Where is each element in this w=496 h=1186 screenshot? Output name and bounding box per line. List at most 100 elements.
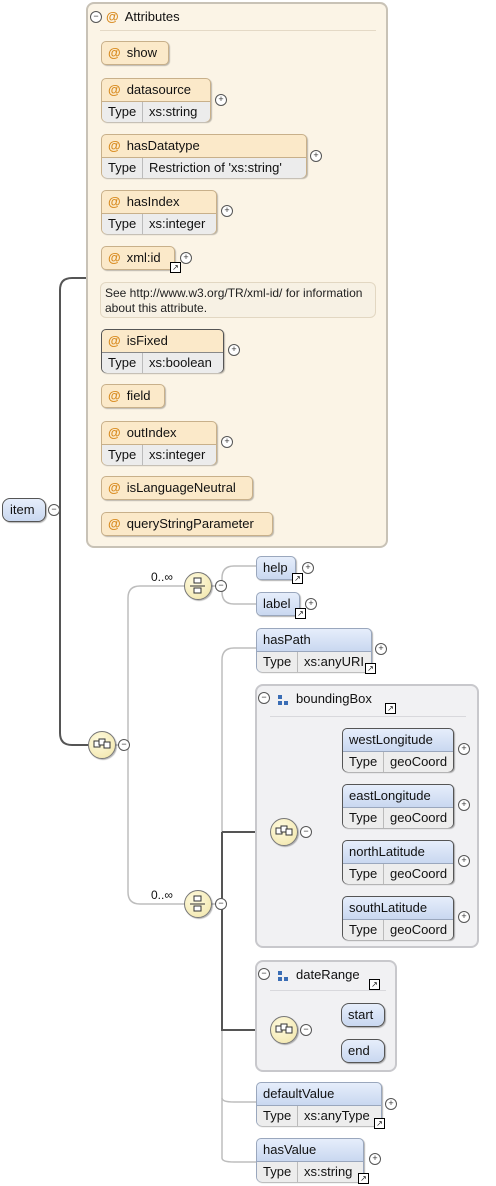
link-arrow-icon[interactable]: ↗ — [358, 1173, 369, 1184]
element-northLatitude[interactable]: northLatitude Type geoCoord — [342, 840, 454, 884]
choice-compositor-icon[interactable] — [184, 572, 212, 600]
attribute-name: datasource — [126, 82, 192, 97]
expand-help-toggle[interactable]: + — [302, 562, 314, 574]
type-value: xs:string — [149, 104, 198, 119]
type-value: xs:boolean — [149, 355, 212, 370]
expand-label-toggle[interactable]: + — [305, 598, 317, 610]
attribute-datasource[interactable]: @ datasource Type xs:string — [101, 78, 211, 122]
type-key: Type — [343, 864, 384, 884]
link-arrow-icon[interactable]: ↗ — [295, 608, 306, 619]
complex-type-icon — [278, 694, 288, 705]
type-key: Type — [343, 752, 384, 772]
element-westLongitude[interactable]: westLongitude Type geoCoord — [342, 728, 454, 772]
type-key: Type — [102, 445, 143, 465]
attribute-isLanguageNeutral[interactable]: @ isLanguageNeutral — [101, 476, 253, 500]
collapse-dateRange-toggle[interactable]: − — [258, 968, 270, 980]
collapse-item-toggle[interactable]: − — [48, 504, 60, 516]
attribute-outIndex[interactable]: @ outIndex Type xs:integer — [101, 421, 217, 465]
expand-xml-id-toggle[interactable]: + — [180, 252, 192, 264]
attribute-name: queryStringParameter — [126, 516, 254, 531]
element-name: eastLongitude — [343, 785, 453, 807]
type-key: Type — [102, 353, 143, 373]
collapse-choice2-toggle[interactable]: − — [215, 898, 227, 910]
link-arrow-icon[interactable]: ↗ — [365, 663, 376, 674]
sequence-compositor-icon[interactable] — [270, 818, 298, 846]
expand-datasource-toggle[interactable]: + — [215, 94, 227, 106]
attribute-name: show — [126, 45, 158, 60]
expand-outIndex-toggle[interactable]: + — [221, 436, 233, 448]
attribute-show[interactable]: @ show — [101, 41, 169, 65]
expand-hasValue-toggle[interactable]: + — [369, 1153, 381, 1165]
attribute-icon: @ — [108, 333, 121, 348]
link-arrow-icon[interactable]: ↗ — [374, 1118, 385, 1129]
element-label[interactable]: label — [256, 592, 300, 616]
collapse-attributes-toggle[interactable]: − — [90, 11, 102, 23]
attributes-divider — [100, 30, 376, 31]
element-name: defaultValue — [257, 1083, 381, 1105]
sequence-compositor-icon[interactable] — [88, 731, 116, 759]
attribute-icon: @ — [108, 194, 121, 209]
element-hasValue[interactable]: hasValue Type xs:string — [256, 1138, 364, 1182]
expand-southLatitude-toggle[interactable]: + — [458, 911, 470, 923]
type-key: Type — [102, 214, 143, 234]
element-name: start — [342, 1004, 384, 1026]
link-arrow-icon[interactable]: ↗ — [369, 979, 380, 990]
choice-compositor-icon[interactable] — [184, 890, 212, 918]
attribute-field[interactable]: @ field — [101, 384, 165, 408]
attribute-name: isFixed — [126, 333, 168, 348]
element-hasPath[interactable]: hasPath Type xs:anyURI — [256, 628, 372, 672]
attribute-name: hasIndex — [126, 194, 180, 209]
type-value: geoCoord — [390, 810, 448, 825]
expand-hasPath-toggle[interactable]: + — [375, 643, 387, 655]
element-eastLongitude[interactable]: eastLongitude Type geoCoord — [342, 784, 454, 828]
type-key: Type — [102, 158, 143, 178]
element-name: help — [257, 557, 295, 579]
element-name: northLatitude — [343, 841, 453, 863]
collapse-dateRange-sequence-toggle[interactable]: − — [300, 1024, 312, 1036]
collapse-choice1-toggle[interactable]: − — [215, 580, 227, 592]
type-key: Type — [102, 102, 143, 122]
attribute-isFixed[interactable]: @ isFixed Type xs:boolean — [101, 329, 224, 373]
link-arrow-icon[interactable]: ↗ — [385, 703, 396, 714]
element-name: southLatitude — [343, 897, 453, 919]
root-element-item[interactable]: item — [2, 498, 46, 522]
collapse-boundingBox-toggle[interactable]: − — [258, 692, 270, 704]
element-southLatitude[interactable]: southLatitude Type geoCoord — [342, 896, 454, 940]
attribute-icon: @ — [108, 480, 121, 495]
collapse-sequence-toggle[interactable]: − — [118, 739, 130, 751]
attribute-icon: @ — [108, 388, 121, 403]
attribute-xml-id[interactable]: @ xml:id — [101, 246, 175, 270]
attribute-icon: @ — [108, 516, 121, 531]
expand-isFixed-toggle[interactable]: + — [228, 344, 240, 356]
expand-hasIndex-toggle[interactable]: + — [221, 205, 233, 217]
attribute-icon: @ — [108, 425, 121, 440]
dateRange-title: dateRange — [296, 967, 360, 982]
attribute-queryStringParameter[interactable]: @ queryStringParameter — [101, 512, 273, 536]
expand-northLatitude-toggle[interactable]: + — [458, 855, 470, 867]
choice2-cardinality: 0..∞ — [151, 888, 173, 902]
expand-defaultValue-toggle[interactable]: + — [385, 1098, 397, 1110]
element-end[interactable]: end — [341, 1039, 385, 1063]
dateRange-divider — [270, 990, 386, 991]
boundingBox-divider — [270, 716, 466, 717]
attribute-hasIndex[interactable]: @ hasIndex Type xs:integer — [101, 190, 217, 234]
expand-eastLongitude-toggle[interactable]: + — [458, 799, 470, 811]
attribute-name: hasDatatype — [126, 138, 200, 153]
type-key: Type — [257, 1106, 298, 1126]
type-value: xs:integer — [149, 216, 206, 231]
link-arrow-icon[interactable]: ↗ — [292, 573, 303, 584]
collapse-bbox-sequence-toggle[interactable]: − — [300, 826, 312, 838]
element-defaultValue[interactable]: defaultValue Type xs:anyType — [256, 1082, 382, 1126]
sequence-compositor-icon[interactable] — [270, 1016, 298, 1044]
dateRange-header: dateRange — [278, 966, 360, 984]
complex-type-icon — [278, 970, 288, 981]
element-help[interactable]: help — [256, 556, 296, 580]
attribute-hasDatatype[interactable]: @ hasDatatype Type Restriction of 'xs:stri… — [101, 134, 307, 178]
link-arrow-icon[interactable]: ↗ — [170, 262, 181, 273]
type-value: Restriction of 'xs:string' — [149, 160, 282, 175]
element-start[interactable]: start — [341, 1003, 385, 1027]
expand-hasDatatype-toggle[interactable]: + — [310, 150, 322, 162]
type-value: xs:anyURI — [304, 654, 364, 669]
attribute-icon: @ — [108, 250, 121, 265]
expand-westLongitude-toggle[interactable]: + — [458, 743, 470, 755]
